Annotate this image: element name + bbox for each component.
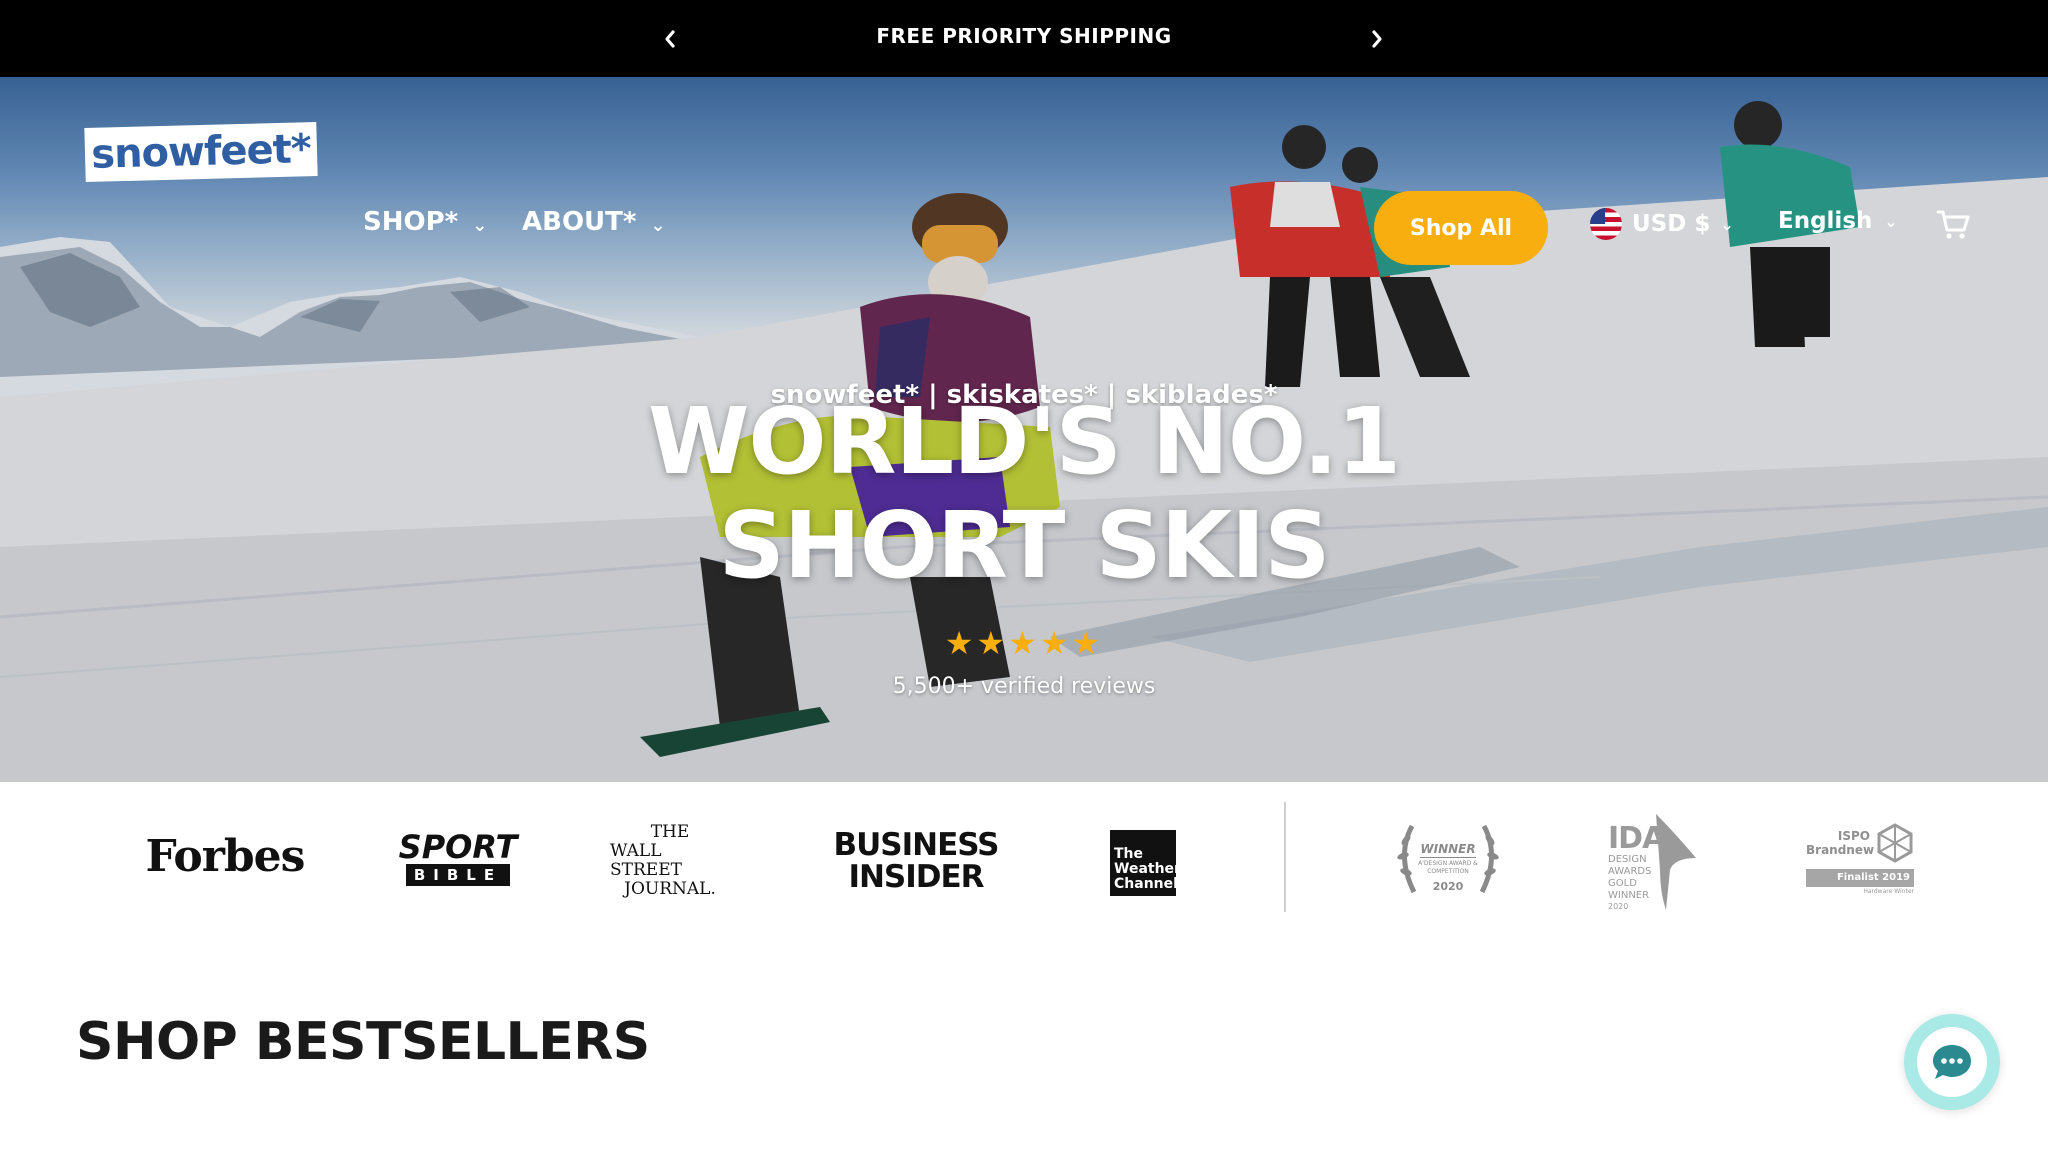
nav-shop[interactable]: SHOP* ⌄ (363, 207, 487, 237)
award-3-note: Hardware Winter (1863, 888, 1914, 895)
chevron-right-icon (1372, 30, 1382, 48)
hero-banner: snowfeet* SHOP* ⌄ ABOUT* ⌄ Shop All USD … (0, 77, 2048, 782)
award-3-title: ISPO Brandnew (1806, 829, 1875, 857)
press-logos-strip: Forbes SPORT BIBLE THE WALL STREET JOURN… (0, 782, 2048, 932)
chevron-down-icon: ⌄ (1720, 214, 1734, 234)
headline-line-2: SHORT SKIS (718, 492, 1331, 599)
weather-channel-logo: The Weather Channel (1110, 830, 1181, 896)
announcement-text: FREE PRIORITY SHIPPING (876, 24, 1172, 48)
chat-button-inner (1917, 1027, 1987, 1097)
headline-line-1: WORLD'S NO.1 (647, 388, 1401, 495)
adesign-award-badge: WINNER A'DESIGN AWARD & COMPETITION 2020 (1390, 816, 1506, 906)
award-2-year: 2020 (1608, 902, 1629, 911)
chat-bubble-icon (1933, 1045, 1971, 1079)
section-title: SHOP BESTSELLERS (76, 1012, 650, 1072)
ispo-award-badge: ISPO Brandnew Finalist 2019 Hardware Win… (1806, 818, 1914, 902)
forbes-logo: Forbes (145, 830, 306, 882)
shop-all-button[interactable]: Shop All (1374, 191, 1548, 265)
sport-bible-logo: SPORT BIBLE (398, 828, 518, 886)
award-2-title: IDA (1608, 821, 1665, 856)
award-2-sub: DESIGN AWARDS GOLD WINNER (1608, 854, 1652, 901)
nav-shop-label: SHOP* (363, 207, 459, 237)
chevron-down-icon: ⌄ (472, 214, 488, 236)
hero-headline: WORLD'S NO.1 SHORT SKIS (0, 390, 2048, 598)
announcement-next-button[interactable] (1360, 22, 1394, 56)
chevron-down-icon: ⌄ (650, 214, 666, 236)
award-3-sub: Finalist 2019 (1806, 869, 1914, 887)
nav-about[interactable]: ABOUT* ⌄ (522, 207, 666, 237)
award-1-sub: A'DESIGN AWARD & COMPETITION (1418, 860, 1478, 875)
nav-about-label: ABOUT* (522, 207, 637, 237)
cart-icon (1936, 210, 1970, 239)
press-divider (1284, 802, 1286, 912)
chevron-down-icon: ⌄ (1884, 211, 1898, 231)
ispo-cube-icon (1877, 823, 1913, 863)
cart-button[interactable] (1936, 209, 1970, 245)
rating-stars: ★★★★★ (944, 624, 1104, 662)
ida-award-badge: IDA DESIGN AWARDS GOLD WINNER 2020 (1604, 812, 1700, 912)
chat-button[interactable] (1904, 1014, 2000, 1110)
award-1-title: WINNER (1420, 842, 1476, 858)
announcement-bar: FREE PRIORITY SHIPPING (0, 0, 2048, 77)
currency-label: USD $ (1632, 211, 1711, 237)
business-insider-logo: BUSINESS INSIDER (833, 827, 999, 895)
language-selector[interactable]: English ⌄ (1778, 208, 1898, 234)
currency-selector[interactable]: USD $ ⌄ (1590, 208, 1734, 240)
reviews-count: 5,500+ verified reviews (892, 674, 1156, 699)
award-1-year: 2020 (1432, 880, 1464, 893)
language-label: English (1778, 208, 1873, 234)
snowfeet-logo[interactable]: snowfeet* (84, 121, 318, 183)
us-flag-icon (1590, 208, 1622, 240)
wsj-logo: THE WALL STREET JOURNAL. (610, 822, 716, 899)
